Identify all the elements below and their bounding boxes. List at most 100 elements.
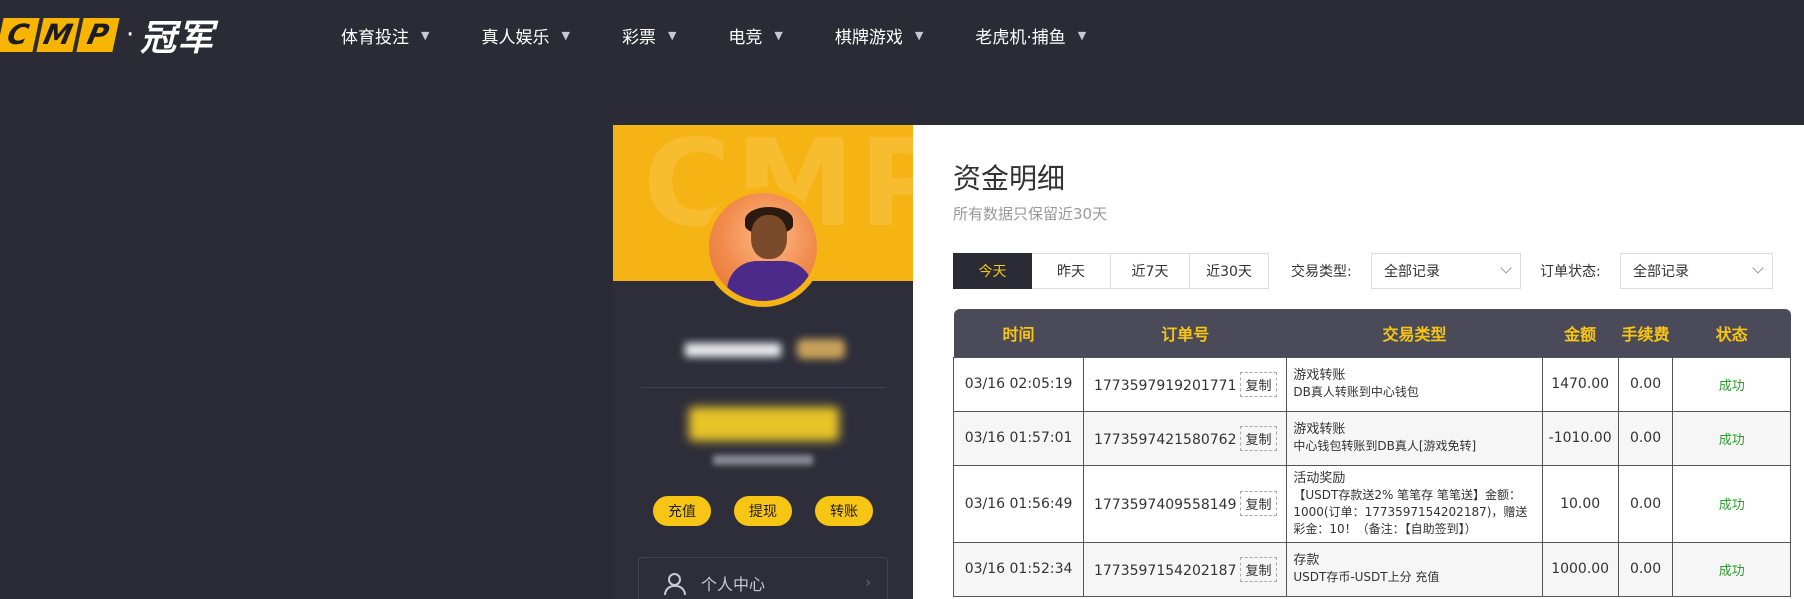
page-subtitle: 所有数据只保留近30天 [953, 205, 1108, 223]
cell-type: 游戏转账 DB真人转账到中心钱包 [1286, 356, 1543, 412]
fund-details-panel: 资金明细 所有数据只保留近30天 今天 昨天 近7天 近30天 交易类型: 全部… [913, 125, 1804, 599]
nav-item-card-games[interactable]: 棋牌游戏 ▼ [835, 23, 923, 48]
profile-panel: CMP 充值 提现 转账 个人中心 › [613, 125, 913, 599]
nav-item-label: 棋牌游戏 [834, 27, 903, 48]
tab-today[interactable]: 今天 [953, 253, 1032, 289]
cell-order: 1773597919201771 复制 [1083, 356, 1288, 412]
status-badge: 成功 [1718, 378, 1745, 394]
logo-letter: M [36, 18, 80, 52]
cell-order: 1773597154202187 复制 [1083, 541, 1288, 597]
nav-item-label: 电竞 [728, 27, 763, 48]
chevron-down-icon: ▼ [421, 28, 430, 42]
cell-status: 成功 [1672, 356, 1791, 412]
copy-button[interactable]: 复制 [1240, 371, 1277, 397]
type-title: 活动奖励 [1293, 470, 1346, 486]
logo-letter: P [76, 18, 120, 52]
type-title: 游戏转账 [1293, 368, 1346, 383]
cell-time: 03/16 01:52:34 [952, 541, 1085, 597]
status-badge: 成功 [1718, 498, 1745, 513]
logo-name: 冠军 [140, 18, 215, 59]
chevron-down-icon: ▼ [667, 28, 677, 42]
balance-sub-blurred [713, 455, 813, 465]
chevron-down-icon: ▼ [774, 28, 783, 42]
order-status-label: 订单状态: [1540, 264, 1601, 280]
transactions-table: 时间 订单号 交易类型 金额 手续费 状态 03/16 02:05:19 177… [952, 309, 1791, 597]
table-row: 03/16 01:56:49 1773597409558149 复制 活动奖励 【U… [952, 464, 1791, 543]
tab-yesterday[interactable]: 昨天 [1032, 253, 1111, 289]
nav-item-label: 体育投注 [341, 27, 409, 48]
menu-item-label: 个人中心 [701, 575, 766, 594]
brand-logo[interactable]: C M P · 冠军 [0, 16, 214, 59]
cell-amount: 10.00 [1541, 464, 1619, 543]
type-desc: 中心钱包转账到DB真人[游戏免转] [1293, 439, 1477, 453]
copy-button[interactable]: 复制 [1240, 425, 1277, 451]
type-title: 存款 [1293, 553, 1320, 568]
nav-item-slots-fishing[interactable]: 老虎机·捕鱼 ▼ [975, 23, 1086, 48]
column-header: 金额 [1542, 309, 1619, 357]
username-blurred [685, 335, 845, 363]
chevron-down-icon [1500, 262, 1512, 274]
cell-fee: 0.00 [1617, 356, 1674, 412]
column-header: 交易类型 [1286, 309, 1543, 357]
copy-button[interactable]: 复制 [1240, 556, 1277, 582]
profile-actions: 充值 提现 转账 [653, 496, 873, 526]
cell-fee: 0.00 [1617, 541, 1674, 597]
nav-item-sports[interactable]: 体育投注 ▼ [341, 23, 429, 48]
main-nav: 体育投注 ▼ 真人娱乐 ▼ 彩票 ▼ 电竞 ▼ 棋牌游戏 ▼ 老虎机·捕鱼 ▼ [341, 0, 1086, 70]
copy-button[interactable]: 复制 [1240, 491, 1277, 516]
status-badge: 成功 [1718, 432, 1745, 448]
transfer-button[interactable]: 转账 [815, 496, 873, 526]
chevron-down-icon [1752, 262, 1764, 274]
withdraw-button[interactable]: 提现 [734, 496, 792, 526]
transaction-type-label: 交易类型: [1291, 264, 1352, 280]
cell-status: 成功 [1672, 410, 1791, 466]
tab-last-7-days[interactable]: 近7天 [1111, 253, 1190, 289]
profile-divider [641, 387, 885, 388]
cell-status: 成功 [1672, 541, 1791, 597]
order-number: 1773597421580762 [1093, 431, 1237, 448]
order-number: 1773597919201771 [1093, 377, 1237, 394]
select-value: 全部记录 [1384, 264, 1440, 280]
nav-item-label: 真人娱乐 [481, 27, 550, 48]
recharge-button[interactable]: 充值 [653, 496, 711, 526]
balance-blurred [689, 407, 839, 441]
type-desc: DB真人转账到中心钱包 [1293, 385, 1419, 399]
cell-fee: 0.00 [1617, 410, 1674, 466]
table-row: 03/16 02:05:19 1773597919201771 复制 游戏转账 DB… [952, 356, 1791, 412]
logo-letter: C [0, 18, 40, 52]
column-header: 状态 [1672, 309, 1791, 357]
order-number: 1773597154202187 [1093, 562, 1237, 579]
type-desc: USDT存币-USDT上分 充值 [1293, 570, 1440, 584]
cell-time: 03/16 01:57:01 [952, 410, 1085, 466]
select-value: 全部记录 [1633, 264, 1689, 280]
cell-fee: 0.00 [1617, 464, 1674, 543]
logo-dot: · [126, 20, 135, 50]
date-range-tabs: 今天 昨天 近7天 近30天 [953, 253, 1269, 289]
type-title: 游戏转账 [1293, 422, 1346, 437]
page-title: 资金明细 [953, 162, 1066, 195]
column-header: 订单号 [1083, 309, 1287, 357]
cell-type: 游戏转账中心钱包转账到DB真人[游戏免转] [1286, 410, 1543, 466]
chevron-down-icon: ▼ [914, 28, 924, 42]
cell-type: 存款 USDT存币-USDT上分 充值 [1286, 541, 1543, 597]
tab-last-30-days[interactable]: 近30天 [1190, 253, 1269, 289]
avatar [703, 187, 823, 307]
nav-item-lottery[interactable]: 彩票 ▼ [622, 23, 676, 48]
cell-amount: 1000.00 [1541, 541, 1619, 597]
nav-item-live-casino[interactable]: 真人娱乐 ▼ [481, 23, 569, 48]
top-navbar: C M P · 冠军 体育投注 ▼ 真人娱乐 ▼ 彩票 ▼ 电竞 ▼ 棋牌游戏 ▼ 老虎机… [0, 0, 1804, 70]
menu-item-personal-center[interactable]: 个人中心 › [638, 557, 888, 599]
transaction-type-select[interactable]: 全部记录 [1371, 253, 1521, 289]
order-status-select[interactable]: 全部记录 [1620, 253, 1773, 289]
type-desc: 【USDT存款送2% 笔笔存 笔笔送】金额：1000(订单：1773597154… [1293, 487, 1528, 536]
chevron-down-icon: ▼ [1077, 28, 1087, 42]
cell-time: 03/16 01:56:49 [952, 464, 1085, 543]
nav-item-label: 老虎机·捕鱼 [975, 27, 1066, 48]
chevron-right-icon: › [865, 575, 871, 591]
nav-item-esports[interactable]: 电竞 ▼ [728, 23, 782, 48]
cell-amount: 1470.00 [1541, 356, 1619, 412]
status-badge: 成功 [1718, 563, 1745, 579]
table-header-row: 时间 订单号 交易类型 金额 手续费 状态 [953, 309, 1791, 357]
cell-order: 1773597409558149 复制 [1083, 464, 1288, 543]
user-icon [663, 573, 686, 595]
